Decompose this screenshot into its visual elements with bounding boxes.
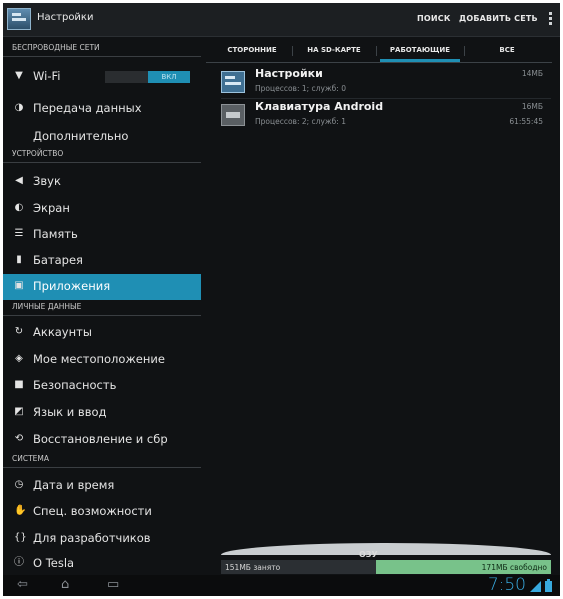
section-personal: ЛИЧНЫЕ ДАННЫЕ (3, 302, 201, 316)
sound-icon: ◀ (15, 175, 23, 186)
sidebar-item-display[interactable]: ◐ Экран (3, 196, 201, 222)
info-icon: ⓘ (14, 557, 24, 568)
list-item[interactable]: Настройки Процессов: 1; служб: 0 14МБ (221, 67, 551, 97)
app-name: Настройки (255, 67, 323, 80)
tab-separator (292, 46, 293, 56)
storage-icon: ☰ (14, 228, 24, 239)
wifi-toggle-on: ВКЛ (148, 71, 190, 83)
app-runtime: 61:55:45 (509, 117, 543, 126)
ram-used-text: 151МБ занято (225, 563, 281, 572)
sidebar-item-language[interactable]: ◩ Язык и ввод (3, 400, 201, 426)
system-nav-bar: ⇦ ⌂ ▭ 7:50 (3, 575, 560, 596)
row-divider (221, 98, 551, 99)
storage-label: ОЗУ (359, 550, 378, 559)
overflow-menu-icon[interactable] (549, 12, 552, 26)
wifi-toggle[interactable]: ВКЛ (105, 71, 190, 83)
section-wireless: БЕСПРОВОДНЫЕ СЕТИ (3, 43, 201, 57)
home-icon[interactable]: ⌂ (61, 577, 69, 592)
settings-app-icon (221, 71, 245, 93)
lock-icon: ■ (14, 379, 24, 390)
sidebar-item-apps[interactable]: ▣ Приложения (3, 274, 201, 300)
app-info: Процессов: 2; служб: 1 (255, 117, 346, 126)
tab-third-party[interactable]: СТОРОННИЕ (214, 46, 290, 62)
list-item[interactable]: Клавиатура Android Процессов: 2; служб: … (221, 100, 551, 130)
location-icon: ◈ (15, 353, 23, 364)
action-bar: Настройки ПОИСК ДОБАВИТЬ СЕТЬ (3, 3, 560, 37)
wifi-icon: ▼ (15, 70, 23, 81)
sidebar-item-more[interactable]: Дополнительно (3, 124, 201, 150)
settings-list: БЕСПРОВОДНЫЕ СЕТИ ▼ Wi-Fi ВКЛ ◑ Передача… (3, 37, 201, 570)
settings-app-icon[interactable] (7, 8, 31, 30)
developer-icon: {} (14, 532, 27, 543)
display-icon: ◐ (14, 202, 24, 213)
app-title: Настройки (37, 12, 94, 23)
tab-sd-card[interactable]: НА SD-КАРТЕ (294, 46, 374, 62)
sync-icon: ↻ (14, 326, 24, 337)
app-info: Процессов: 1; служб: 0 (255, 84, 346, 93)
section-device: УСТРОЙСТВО (3, 149, 201, 163)
restore-icon: ⟲ (14, 433, 24, 444)
recent-apps-icon[interactable]: ▭ (107, 577, 119, 592)
signal-battery-icon[interactable] (530, 579, 554, 592)
tab-separator (464, 46, 465, 56)
app-name: Клавиатура Android (255, 100, 384, 113)
status-clock[interactable]: 7:50 (488, 575, 526, 595)
search-button[interactable]: ПОИСК (417, 14, 451, 23)
ram-usage-bar: 151МБ занято 171МБ свободно (221, 560, 551, 574)
apps-icon: ▣ (14, 280, 24, 291)
sidebar-item-backup[interactable]: ⟲ Восстановление и сбр (3, 427, 201, 453)
back-icon[interactable]: ⇦ (17, 577, 28, 592)
sidebar-item-storage[interactable]: ☰ Память (3, 222, 201, 248)
add-network-button[interactable]: ДОБАВИТЬ СЕТЬ (459, 14, 538, 23)
app-size: 16МБ (521, 102, 543, 111)
accessibility-icon: ✋ (14, 505, 27, 516)
sidebar-item-date-time[interactable]: ◷ Дата и время (3, 473, 201, 499)
app-tabs: СТОРОННИЕ НА SD-КАРТЕ РАБОТАЮЩИЕ ВСЕ (206, 39, 552, 63)
app-size: 14МБ (521, 69, 543, 78)
sidebar-item-data-usage[interactable]: ◑ Передача данных (3, 96, 201, 122)
sidebar-item-security[interactable]: ■ Безопасность (3, 373, 201, 399)
sidebar-item-wifi[interactable]: ▼ Wi-Fi ВКЛ (3, 64, 201, 90)
sidebar-item-location[interactable]: ◈ Мое местоположение (3, 347, 201, 373)
sidebar-item-sound[interactable]: ◀ Звук (3, 169, 201, 195)
keyboard-app-icon (221, 104, 245, 126)
sidebar-item-developer[interactable]: {} Для разработчиков (3, 526, 201, 552)
tab-all[interactable]: ВСЕ (468, 46, 546, 62)
sidebar-item-about[interactable]: ⓘ О Tesla (3, 551, 201, 577)
tab-running[interactable]: РАБОТАЮЩИЕ (380, 46, 460, 62)
battery-icon: ▮ (16, 254, 22, 265)
clock-icon: ◷ (14, 479, 24, 490)
tab-separator (376, 46, 377, 56)
sidebar-item-battery[interactable]: ▮ Батарея (3, 248, 201, 274)
section-system: СИСТЕМА (3, 454, 201, 468)
language-icon: ◩ (14, 406, 24, 417)
tablet-screen: Настройки ПОИСК ДОБАВИТЬ СЕТЬ БЕСПРОВОДН… (3, 3, 560, 596)
ram-free-text: 171МБ свободно (481, 563, 547, 572)
sidebar-item-accounts[interactable]: ↻ Аккаунты (3, 320, 201, 346)
sidebar-item-accessibility[interactable]: ✋ Спец. возможности (3, 499, 201, 525)
storage-divider (221, 543, 551, 555)
data-usage-icon: ◑ (14, 102, 24, 113)
